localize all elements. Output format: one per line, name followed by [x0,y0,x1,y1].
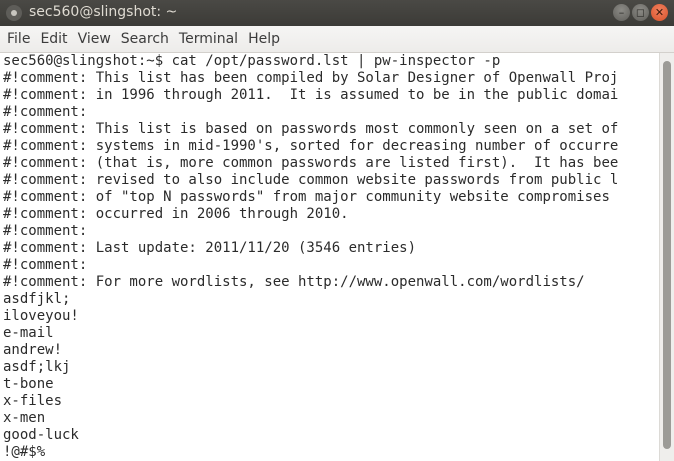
menu-view[interactable]: View [73,31,116,47]
output-line: t-bone [3,376,54,392]
command-line: sec560@slingshot:~$ cat /opt/password.ls… [3,53,501,69]
menu-search[interactable]: Search [116,31,174,47]
minimize-button[interactable]: – [613,4,630,21]
output-line: e-mail [3,325,54,341]
scrollbar-thumb[interactable] [663,61,671,449]
title-bar[interactable]: sec560@slingshot: ~ – ◻ ✕ [0,0,674,26]
output-line: !@#$% [3,444,46,460]
output-line: #!comment: Last update: 2011/11/20 (3546… [3,240,417,256]
maximize-button[interactable]: ◻ [632,4,649,21]
output-line: #!comment: revised to also include commo… [3,172,619,188]
output-line: #!comment: systems in mid-1990's, sorted… [3,138,619,154]
output-line: #!comment: in 1996 through 2011. It is a… [3,87,619,103]
output-line: x-files [3,393,63,409]
output-line: good-luck [3,427,79,443]
output-line: #!comment: For more wordlists, see http:… [3,274,585,290]
window-controls: – ◻ ✕ [613,4,668,21]
terminal-app-icon [6,5,22,21]
output-line: asdfjkl; [3,291,71,307]
output-line: #!comment: [3,257,88,273]
menu-help[interactable]: Help [243,31,285,47]
menu-bar: File Edit View Search Terminal Help [0,26,674,53]
output-line: asdf;lkj [3,359,71,375]
output-line: #!comment: (that is, more common passwor… [3,155,619,171]
output-line: iloveyou! [3,308,79,324]
output-line: x-men [3,410,46,426]
output-line: andrew! [3,342,63,358]
menu-edit[interactable]: Edit [35,31,72,47]
output-line: #!comment: This list has been compiled b… [3,70,619,86]
window-title: sec560@slingshot: ~ [29,4,178,20]
output-line: #!comment: This list is based on passwor… [3,121,619,137]
menu-file[interactable]: File [0,31,35,47]
output-line: #!comment: of "top N passwords" from maj… [3,189,610,205]
close-button[interactable]: ✕ [651,4,668,21]
terminal-output[interactable]: sec560@slingshot:~$ cat /opt/password.ls… [0,53,659,461]
menu-terminal[interactable]: Terminal [174,31,243,47]
output-line: #!comment: [3,223,88,239]
output-line: #!comment: occurred in 2006 through 2010… [3,206,349,222]
terminal-window: sec560@slingshot: ~ – ◻ ✕ File Edit View… [0,0,674,461]
vertical-scrollbar[interactable] [659,53,674,461]
output-line: #!comment: [3,104,88,120]
